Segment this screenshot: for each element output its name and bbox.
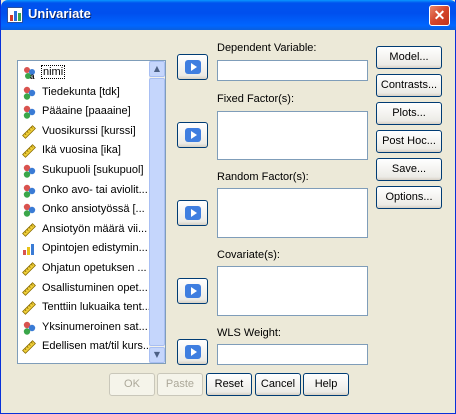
- nominal-icon: [22, 104, 36, 119]
- variable-label: Edellisen mat/til kurs...: [42, 340, 149, 353]
- contrasts-button[interactable]: Contrasts...: [376, 74, 442, 97]
- nominal-icon: [22, 320, 36, 335]
- scroll-down-arrow-icon[interactable]: ▼: [149, 347, 165, 363]
- scale-icon: [22, 222, 36, 237]
- variable-list-item[interactable]: Pääaine [paaaine]: [20, 102, 149, 121]
- save-button[interactable]: Save...: [376, 158, 442, 181]
- variable-list-item[interactable]: Ohjatun opetuksen ...: [20, 259, 149, 278]
- scale-icon: [22, 261, 36, 276]
- variable-list-scrollbar[interactable]: ▲ ▼: [149, 61, 165, 363]
- nominal-icon: [22, 85, 36, 100]
- paste-button[interactable]: Paste: [157, 373, 203, 396]
- variable-label: Ansiotyön määrä vii...: [42, 222, 148, 235]
- variable-list-item[interactable]: Onko avo- tai aviolit...: [20, 181, 149, 200]
- scale-icon: [22, 339, 36, 355]
- variable-label: Onko ansiotyössä [...: [42, 203, 145, 216]
- variable-list-item[interactable]: Vuosikurssi [kurssi]: [20, 122, 149, 141]
- reset-button[interactable]: Reset: [206, 373, 252, 396]
- variable-list-item[interactable]: Opintojen edistymin...: [20, 239, 149, 258]
- variable-label: Yksinumeroinen sat...: [42, 320, 148, 333]
- nominal-icon: [22, 202, 36, 217]
- scale-icon: [22, 300, 36, 316]
- variable-label: Pääaine [paaaine]: [42, 105, 131, 118]
- variable-label: Osallistuminen opet...: [42, 281, 148, 294]
- variable-label: nimi: [40, 65, 66, 79]
- univariate-dialog: Univariate ✕ ▲ ▼ a nimi Tiedekunta [tdk] Pä…: [0, 0, 456, 414]
- variable-label: Vuosikurssi [kurssi]: [42, 124, 136, 137]
- covariates-list[interactable]: [217, 266, 368, 316]
- right-arrow-icon: [185, 128, 201, 142]
- close-button[interactable]: ✕: [429, 5, 450, 26]
- post-hoc-button[interactable]: Post Hoc...: [376, 130, 442, 153]
- variable-list-item[interactable]: Onko ansiotyössä [...: [20, 200, 149, 219]
- right-arrow-icon: [185, 345, 201, 359]
- variable-label: Tiedekunta [tdk]: [42, 85, 120, 98]
- help-button[interactable]: Help: [303, 373, 349, 396]
- variable-list-item[interactable]: Sukupuoli [sukupuol]: [20, 161, 149, 180]
- plots-button[interactable]: Plots...: [376, 102, 442, 125]
- window-title: Univariate: [28, 6, 91, 21]
- title-bar[interactable]: Univariate ✕: [1, 0, 456, 30]
- nominal-icon: [22, 163, 36, 178]
- variable-label: Onko avo- tai aviolit...: [42, 183, 148, 196]
- ok-button[interactable]: OK: [109, 373, 155, 396]
- variable-label: Opintojen edistymin...: [42, 242, 148, 255]
- ordinal-icon: [22, 241, 36, 256]
- variable-list-item[interactable]: Tiedekunta [tdk]: [20, 83, 149, 102]
- variable-label: Sukupuoli [sukupuol]: [42, 164, 144, 176]
- variable-label: Ohjatun opetuksen ...: [42, 262, 147, 274]
- variable-list-item[interactable]: Ikä vuosina [ika]: [20, 141, 149, 160]
- right-arrow-icon: [185, 284, 201, 298]
- variable-label: Ikä vuosina [ika]: [42, 144, 121, 157]
- variable-list-item[interactable]: Ansiotyön määrä vii...: [20, 220, 149, 239]
- dialog-body: ▲ ▼ a nimi Tiedekunta [tdk] Pääaine [paaain…: [4, 30, 453, 410]
- variable-list[interactable]: ▲ ▼ a nimi Tiedekunta [tdk] Pääaine [paaain…: [17, 60, 166, 364]
- move-to-random-factor-button[interactable]: [177, 200, 208, 226]
- move-to-fixed-factor-button[interactable]: [177, 122, 208, 148]
- options-button[interactable]: Options...: [376, 186, 442, 209]
- variable-list-item[interactable]: Tenttiin lukuaika tent...: [20, 298, 149, 317]
- covariates-label: Covariate(s):: [217, 249, 280, 261]
- model-button[interactable]: Model...: [376, 46, 442, 69]
- move-to-wls-weight-button[interactable]: [177, 339, 208, 365]
- move-to-covariate-button[interactable]: [177, 278, 208, 304]
- nominal-icon: [22, 183, 36, 198]
- scroll-thumb[interactable]: [149, 78, 165, 346]
- variable-list-item[interactable]: a nimi: [20, 63, 149, 82]
- dependent-variable-field[interactable]: [217, 60, 368, 81]
- dependent-variable-label: Dependent Variable:: [217, 42, 317, 54]
- spss-app-icon: [7, 7, 23, 23]
- wls-weight-field[interactable]: [217, 344, 368, 365]
- right-arrow-icon: [185, 206, 201, 220]
- scroll-up-arrow-icon[interactable]: ▲: [149, 61, 165, 77]
- random-factors-list[interactable]: [217, 188, 368, 238]
- wls-weight-label: WLS Weight:: [217, 327, 281, 339]
- variable-list-item[interactable]: Yksinumeroinen sat...: [20, 318, 149, 337]
- svg-text:a: a: [30, 72, 35, 80]
- scale-icon: [22, 281, 36, 296]
- move-to-dependent-button[interactable]: [177, 54, 208, 80]
- scale-icon: [22, 143, 36, 159]
- random-factors-label: Random Factor(s):: [217, 171, 309, 183]
- cancel-button[interactable]: Cancel: [255, 373, 301, 396]
- variable-list-item[interactable]: Osallistuminen opet...: [20, 279, 149, 298]
- right-arrow-icon: [185, 60, 201, 74]
- variable-label: Tenttiin lukuaika tent...: [42, 301, 149, 314]
- fixed-factors-list[interactable]: [217, 111, 368, 160]
- scale-icon: [22, 124, 36, 139]
- string-nominal-icon: a: [22, 65, 36, 81]
- fixed-factors-label: Fixed Factor(s):: [217, 93, 295, 105]
- variable-list-item[interactable]: Edellisen mat/til kurs...: [20, 337, 149, 356]
